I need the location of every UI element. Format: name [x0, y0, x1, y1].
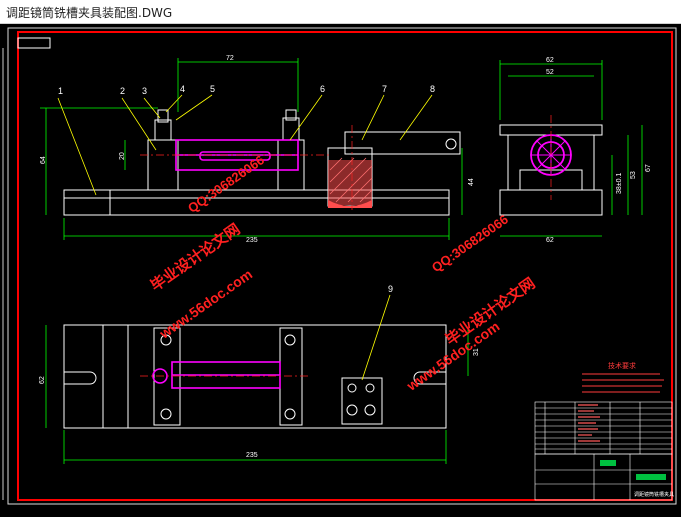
bom-table: [534, 401, 673, 455]
bom-entries: [578, 404, 600, 442]
dim-side-62: 62: [546, 57, 554, 64]
cad-drawing-canvas[interactable]: 72 64 20 44 235 62 52 38±0.1 53 67 62 62…: [0, 24, 681, 517]
dim-front-235: 235: [246, 237, 258, 244]
dimension-lines: [40, 58, 643, 464]
window-title: 调距镜筒铣槽夹具装配图.DWG: [6, 6, 173, 20]
balloon-5: 5: [210, 84, 215, 94]
balloon-1: 1: [58, 86, 63, 96]
window-title-bar: 调距镜筒铣槽夹具装配图.DWG: [0, 0, 681, 24]
dim-front-72: 72: [226, 55, 234, 62]
watermark-qq-1: QQ:306826066: [185, 152, 267, 216]
dim-side-38: 38±0.1: [616, 173, 623, 194]
balloon-3: 3: [142, 86, 147, 96]
balloon-4: 4: [180, 84, 185, 94]
technical-requirements: 技术要求: [582, 361, 664, 393]
balloon-9: 9: [388, 284, 393, 294]
drawing-svg: 72 64 20 44 235 62 52 38±0.1 53 67 62 62…: [2, 27, 677, 505]
tech-title: 技术要求: [608, 361, 636, 370]
balloon-6: 6: [320, 84, 325, 94]
dim-side-67: 67: [645, 164, 652, 172]
watermark-1: www.56doc.com 毕业设计论文网 QQ:306826066: [147, 152, 267, 342]
front-view-section-hatch: [328, 157, 373, 208]
dimension-texts: 72 64 20 44 235 62 52 38±0.1 53 67 62 62…: [39, 55, 652, 459]
dim-plan-62: 62: [39, 376, 46, 384]
watermark-2: www.56doc.com 毕业设计论文网 QQ:306826066: [403, 212, 539, 395]
balloon-7: 7: [382, 84, 387, 94]
dim-plan-235: 235: [246, 452, 258, 459]
part-balloons: 1 2 3 4 5 6 7 8 9: [58, 84, 435, 294]
dim-front-44: 44: [468, 178, 475, 186]
plan-view: [63, 324, 447, 429]
part-leaders: [57, 94, 433, 381]
balloon-2: 2: [120, 86, 125, 96]
dim-front-20: 20: [119, 152, 126, 160]
title-block-name: 调距镜筒铣槽夹具: [634, 491, 674, 498]
dim-side-52: 52: [546, 69, 554, 76]
dim-front-64: 64: [40, 156, 47, 164]
balloon-8: 8: [430, 84, 435, 94]
dim-side-53: 53: [630, 171, 637, 179]
dim-side-62b: 62: [546, 237, 554, 244]
workpiece-plan: [152, 361, 281, 389]
watermark-qq-2: QQ:306826066: [429, 212, 511, 276]
